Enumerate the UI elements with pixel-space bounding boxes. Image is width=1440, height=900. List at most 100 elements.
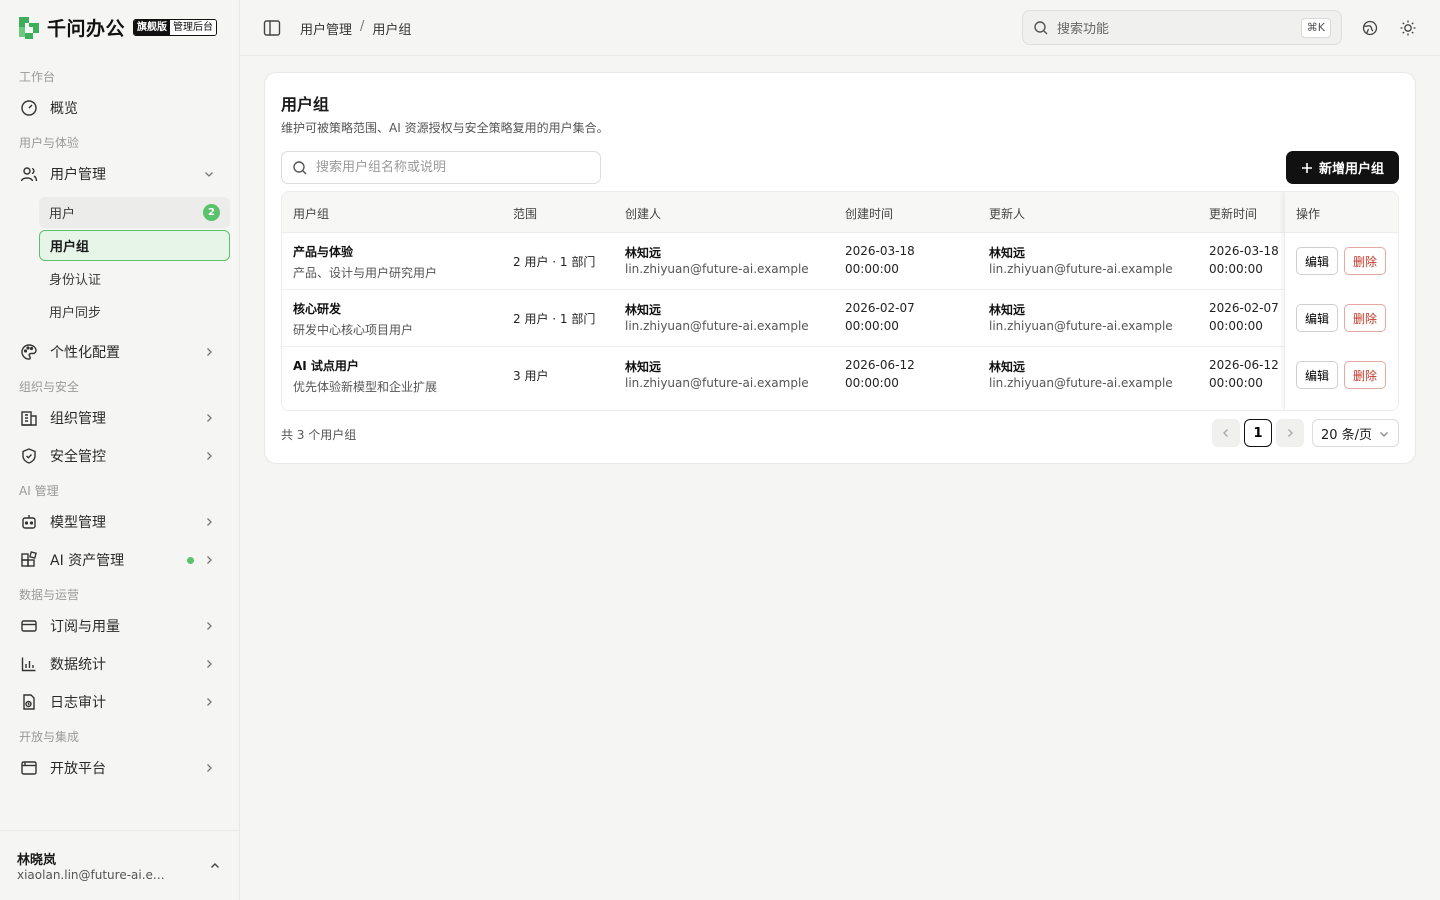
add-user-group-button[interactable]: 新增用户组	[1286, 151, 1399, 184]
brand-logo-icon	[19, 17, 39, 39]
group-search[interactable]	[281, 151, 601, 184]
group-name: AI 试点用户	[293, 359, 359, 373]
delete-button[interactable]: 删除	[1344, 304, 1387, 332]
building-icon	[20, 409, 38, 427]
chevron-up-icon[interactable]	[208, 859, 222, 873]
edit-button[interactable]: 编辑	[1296, 304, 1339, 332]
sidebar-toggle-icon[interactable]	[262, 18, 282, 38]
section-data-ops: 数据与运营	[19, 588, 80, 602]
created-time: 00:00:00	[845, 319, 899, 333]
status-dot	[187, 557, 194, 564]
creator-email: lin.zhiyuan@future-ai.example	[625, 262, 809, 276]
brand[interactable]: 千问办公 旗舰版 管理后台	[16, 13, 218, 41]
pagination: 1 20 条/页	[1212, 419, 1399, 447]
group-desc: 优先体验新模型和企业扩展	[293, 380, 438, 394]
col-updated-at: 更新时间	[1209, 207, 1258, 221]
subnav-user-groups[interactable]: 用户组	[39, 230, 230, 261]
current-user-name: 林晓岚	[17, 853, 57, 868]
nav-overview-label: 概览	[50, 101, 78, 117]
group-search-input[interactable]	[316, 160, 586, 175]
nav-ai-assets[interactable]: AI 资产管理	[10, 542, 230, 578]
subnav-identity[interactable]: 身份认证	[39, 263, 230, 294]
updated-time: 00:00:00	[1209, 319, 1263, 333]
table-row[interactable]: 产品与体验 产品、设计与用户研究用户 2 用户 · 1 部门 林知远 lin.z…	[282, 233, 1398, 290]
nav-subscription-label: 订阅与用量	[50, 619, 120, 635]
search-icon	[293, 160, 307, 174]
creator-email: lin.zhiyuan@future-ai.example	[625, 376, 809, 390]
top-header: 用户管理 / 用户组 搜索功能 ⌘K	[240, 0, 1440, 56]
brand-name: 千问办公	[47, 17, 126, 40]
created-date: 2026-06-12	[845, 358, 915, 372]
page-size-select[interactable]: 20 条/页	[1312, 419, 1399, 447]
chevron-right-icon	[207, 452, 212, 460]
updater-email: lin.zhiyuan@future-ai.example	[989, 319, 1173, 333]
nav-overview[interactable]: 概览	[10, 90, 230, 126]
page-size-value: 20 条/页	[1321, 427, 1373, 443]
nav-open-platform[interactable]: 开放平台	[10, 750, 230, 786]
group-scope: 3 用户	[513, 369, 549, 383]
creator-name: 林知远	[625, 360, 662, 374]
prev-page-button[interactable]	[1212, 419, 1240, 447]
updater-name: 林知远	[989, 303, 1026, 317]
breadcrumb-user-management[interactable]: 用户管理	[300, 19, 352, 38]
edit-button[interactable]: 编辑	[1296, 247, 1339, 275]
nav-model-management[interactable]: 模型管理	[10, 504, 230, 540]
col-created-at: 创建时间	[845, 207, 894, 221]
delete-button[interactable]: 删除	[1344, 247, 1387, 275]
table-header: 用户组 范围 创建人 创建时间 更新人 更新时间	[282, 192, 1398, 233]
table-row[interactable]: AI 试点用户 优先体验新模型和企业扩展 3 用户 林知远 lin.zhiyua…	[282, 347, 1398, 404]
created-date: 2026-02-07	[845, 301, 915, 315]
col-actions: 操作	[1296, 207, 1321, 221]
subnav-user-sync-label: 用户同步	[49, 306, 102, 321]
nav-security[interactable]: 安全管控	[10, 438, 230, 474]
chevron-left-icon	[1223, 429, 1228, 437]
col-scope: 范围	[513, 207, 538, 221]
sun-icon[interactable]	[1398, 18, 1418, 38]
user-groups-table: 用户组 范围 创建人 创建时间 更新人 更新时间 产品与体验 产品、设计与用户研…	[281, 191, 1399, 411]
updater-email: lin.zhiyuan@future-ai.example	[989, 262, 1173, 276]
add-user-group-label: 新增用户组	[1318, 162, 1384, 177]
nav-org-management[interactable]: 组织管理	[10, 400, 230, 436]
updated-date: 2026-02-07	[1209, 301, 1279, 315]
bar-chart-icon	[20, 655, 38, 673]
group-desc: 产品、设计与用户研究用户	[293, 266, 438, 280]
page-number-button[interactable]: 1	[1244, 419, 1272, 447]
nav-statistics-label: 数据统计	[50, 657, 106, 673]
group-scope: 2 用户 · 1 部门	[513, 312, 596, 326]
updated-time: 00:00:00	[1209, 262, 1263, 276]
subnav-users[interactable]: 用户 2	[39, 197, 230, 228]
table-row[interactable]: 核心研发 研发中心核心项目用户 2 用户 · 1 部门 林知远 lin.zhiy…	[282, 290, 1398, 347]
subnav-user-sync[interactable]: 用户同步	[39, 296, 230, 327]
col-updater: 更新人	[989, 207, 1026, 221]
global-search[interactable]: 搜索功能 ⌘K	[1022, 10, 1342, 45]
updater-name: 林知远	[989, 360, 1026, 374]
section-workbench: 工作台	[19, 70, 56, 84]
chevron-right-icon	[207, 698, 212, 706]
current-user-panel[interactable]: 林晓岚 xiaolan.lin@future-ai.example	[0, 830, 240, 900]
blocks-icon	[20, 551, 38, 569]
updated-time: 00:00:00	[1209, 376, 1263, 390]
nav-subscription[interactable]: 订阅与用量	[10, 608, 230, 644]
users-icon	[20, 165, 38, 183]
chevron-right-icon	[207, 348, 212, 356]
section-users-exp: 用户与体验	[19, 136, 80, 150]
nav-personalize-label: 个性化配置	[50, 345, 120, 361]
nav-statistics[interactable]: 数据统计	[10, 646, 230, 682]
sidebar: 千问办公 旗舰版 管理后台 工作台 概览 用户与体验 用户管理 用户 2 用户组…	[0, 0, 240, 900]
actions-column: 操作 编辑 删除 编辑 删除 编辑 删除	[1284, 192, 1398, 410]
robot-icon	[20, 513, 38, 531]
chevron-down-icon	[1380, 432, 1388, 437]
globe-icon[interactable]	[1360, 18, 1380, 38]
actions-header: 操作	[1285, 192, 1398, 233]
nav-user-management[interactable]: 用户管理	[10, 156, 230, 192]
nav-audit-log[interactable]: 日志审计	[10, 684, 230, 720]
delete-button[interactable]: 删除	[1344, 361, 1387, 389]
page-title: 用户组	[281, 95, 330, 114]
next-page-button[interactable]	[1276, 419, 1304, 447]
nav-personalize[interactable]: 个性化配置	[10, 334, 230, 370]
section-ai-mgmt: AI 管理	[19, 484, 59, 498]
edit-button[interactable]: 编辑	[1296, 361, 1339, 389]
chevron-right-icon	[207, 414, 212, 422]
nav-model-management-label: 模型管理	[50, 515, 106, 531]
chevron-right-icon	[207, 764, 212, 772]
